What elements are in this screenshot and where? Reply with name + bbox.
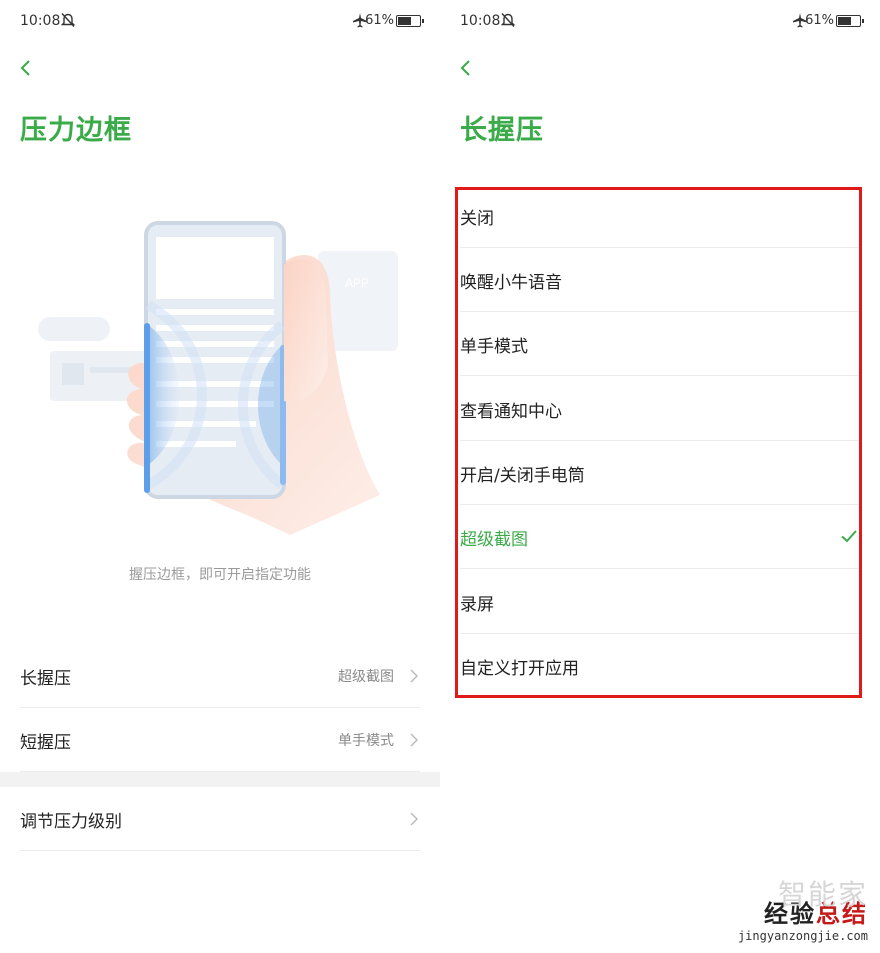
hint-text: 握压边框，即可开启指定功能 bbox=[129, 567, 311, 583]
long-press-row[interactable]: 长握压 超级截图 bbox=[20, 644, 420, 708]
page-title: 压力边框 bbox=[20, 115, 132, 146]
option-label: 开启/关闭手电筒 bbox=[460, 466, 585, 486]
option-label: 录屏 bbox=[460, 595, 494, 615]
short-press-row[interactable]: 短握压 单手模式 bbox=[20, 708, 420, 772]
option-item-selected[interactable]: 超级截图 bbox=[460, 505, 860, 569]
adjust-pressure-row[interactable]: 调节压力级别 bbox=[20, 787, 420, 851]
chevron-right-icon bbox=[410, 733, 418, 747]
battery-percent: 61% bbox=[805, 13, 834, 28]
grip-illustration: APP bbox=[38, 221, 398, 535]
option-item[interactable]: 自定义打开应用 bbox=[460, 634, 860, 698]
mute-icon bbox=[501, 13, 515, 27]
watermark-url: jingyanzongjie.com bbox=[737, 929, 868, 943]
status-bar: 10:08 61% bbox=[0, 0, 440, 44]
back-chevron-icon[interactable] bbox=[454, 56, 478, 80]
watermark-ghost-text: 智能家 bbox=[777, 878, 868, 911]
option-item[interactable]: 开启/关闭手电筒 bbox=[460, 441, 860, 505]
status-bar: 10:08 61% bbox=[440, 0, 880, 44]
pressure-frame-screen: 10:08 61% 压力边框 APP 握压边框，即可开启指定功能 长握压 超级截… bbox=[0, 0, 440, 953]
option-label: 自定义打开应用 bbox=[460, 659, 579, 679]
battery-percent: 61% bbox=[365, 13, 394, 28]
option-label: 单手模式 bbox=[460, 337, 528, 357]
battery-icon bbox=[836, 15, 864, 27]
battery-icon bbox=[396, 15, 424, 27]
check-icon bbox=[841, 530, 857, 543]
option-label: 查看通知中心 bbox=[460, 402, 562, 422]
option-label: 关闭 bbox=[460, 209, 494, 229]
short-press-label: 短握压 bbox=[20, 733, 71, 753]
chevron-right-icon bbox=[410, 812, 418, 826]
long-press-label: 长握压 bbox=[20, 669, 71, 689]
status-time: 10:08 bbox=[460, 13, 501, 29]
option-item[interactable]: 单手模式 bbox=[460, 312, 860, 376]
short-press-value: 单手模式 bbox=[338, 733, 394, 749]
option-item[interactable]: 录屏 bbox=[460, 570, 860, 634]
illustration-app-label: APP bbox=[345, 276, 369, 290]
back-chevron-icon[interactable] bbox=[14, 56, 38, 80]
mute-icon bbox=[61, 13, 75, 27]
long-press-screen: 10:08 61% 长握压 关闭 唤醒小牛语音 单手模式 查看通知中心 开启/关… bbox=[440, 0, 880, 953]
option-item[interactable]: 唤醒小牛语音 bbox=[460, 248, 860, 312]
option-label: 唤醒小牛语音 bbox=[460, 273, 562, 293]
watermark: 智能家 经验总结 jingyanzongjie.com bbox=[737, 878, 868, 943]
page-title: 长握压 bbox=[460, 115, 544, 146]
status-time: 10:08 bbox=[20, 13, 61, 29]
option-item[interactable]: 查看通知中心 bbox=[460, 377, 860, 441]
option-label: 超级截图 bbox=[460, 530, 528, 550]
long-press-value: 超级截图 bbox=[338, 669, 394, 685]
option-item[interactable]: 关闭 bbox=[460, 184, 860, 248]
chevron-right-icon bbox=[410, 669, 418, 683]
section-divider bbox=[0, 772, 440, 787]
adjust-pressure-label: 调节压力级别 bbox=[20, 812, 122, 832]
